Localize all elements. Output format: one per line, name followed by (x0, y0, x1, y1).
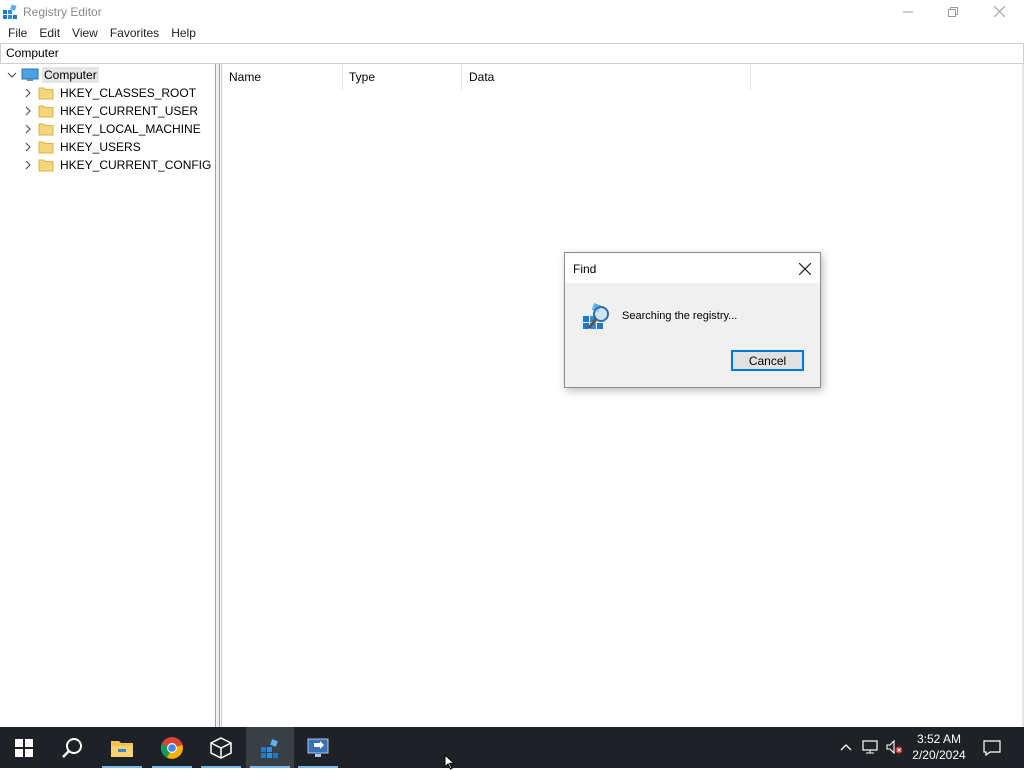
tree-item-label: HKEY_LOCAL_MACHINE (60, 122, 201, 136)
folder-icon (38, 105, 54, 118)
close-icon (799, 263, 811, 275)
title-bar: Registry Editor (0, 0, 1024, 23)
folder-icon (38, 159, 54, 172)
volume-muted-icon (886, 740, 902, 754)
taskbar-clock[interactable]: 3:52 AM 2/20/2024 (906, 731, 972, 763)
tree-item-hkey-local-machine[interactable]: HKEY_LOCAL_MACHINE (22, 120, 201, 138)
taskbar-file-explorer[interactable] (98, 727, 146, 768)
window-title: Registry Editor (23, 5, 102, 19)
values-list[interactable]: Name Type Data (221, 64, 1024, 727)
chevron-right-icon[interactable] (22, 105, 34, 117)
taskbar-search-button[interactable] (48, 727, 96, 768)
folder-icon (38, 87, 54, 100)
close-button[interactable] (976, 0, 1022, 23)
show-hidden-icons-button[interactable] (838, 739, 854, 755)
registry-editor-app-icon (3, 4, 17, 19)
menu-favorites[interactable]: Favorites (104, 23, 165, 43)
restore-icon (948, 6, 958, 17)
chevron-right-icon[interactable] (22, 141, 34, 153)
folder-icon (38, 141, 54, 154)
close-icon (993, 6, 1005, 17)
computer-icon (21, 68, 39, 81)
clock-time: 3:52 AM (916, 732, 962, 746)
folder-icon (38, 123, 54, 136)
network-tray-button[interactable] (862, 739, 878, 755)
chevron-up-icon (840, 744, 852, 751)
tree-item-hkey-users[interactable]: HKEY_USERS (22, 138, 141, 156)
tree-item-hkey-classes-root[interactable]: HKEY_CLASSES_ROOT (22, 84, 196, 102)
chevron-right-icon[interactable] (22, 123, 34, 135)
taskbar: 3:52 AM 2/20/2024 (0, 727, 1024, 768)
minimize-icon (903, 11, 913, 12)
dialog-title-bar: Find (565, 253, 820, 283)
tree-item-hkey-current-user[interactable]: HKEY_CURRENT_USER (22, 102, 198, 120)
search-status-text: Searching the registry... (622, 310, 738, 322)
pane-splitter[interactable] (216, 64, 220, 727)
registry-editor-icon (261, 738, 278, 758)
chevron-right-icon[interactable] (22, 87, 34, 99)
tree-item-label: HKEY_CURRENT_USER (60, 104, 199, 118)
action-center-button[interactable] (978, 737, 1006, 759)
chevron-right-icon[interactable] (22, 159, 34, 171)
tree-item-label: HKEY_USERS (60, 140, 141, 154)
cancel-button[interactable]: Cancel (731, 350, 804, 371)
chrome-icon (160, 736, 183, 759)
remote-desktop-icon (307, 738, 329, 757)
column-header-type[interactable]: Type (342, 64, 462, 90)
chevron-down-icon[interactable] (6, 69, 18, 81)
tree-item-computer[interactable]: Computer (6, 66, 99, 84)
dialog-close-button[interactable] (794, 258, 816, 280)
search-icon (62, 737, 82, 758)
menu-file[interactable]: File (2, 23, 33, 43)
taskbar-chrome[interactable] (148, 727, 196, 768)
address-bar[interactable]: Computer (0, 43, 1024, 64)
column-header-name[interactable]: Name (222, 64, 343, 90)
3d-viewer-icon (210, 736, 232, 759)
tree-item-label: HKEY_CLASSES_ROOT (60, 86, 197, 100)
notification-icon (983, 740, 1001, 756)
menu-help[interactable]: Help (165, 23, 202, 43)
taskbar-remote-desktop[interactable] (294, 727, 342, 768)
taskbar-registry-editor[interactable] (246, 727, 294, 768)
network-icon (862, 740, 878, 754)
clock-date: 2/20/2024 (912, 748, 966, 762)
restore-button[interactable] (930, 0, 976, 23)
menu-view[interactable]: View (66, 23, 104, 43)
menu-bar: File Edit View Favorites Help (0, 23, 1024, 43)
windows-start-icon (15, 738, 33, 757)
file-explorer-icon (111, 740, 133, 757)
column-header-data[interactable]: Data (462, 64, 751, 90)
tree-item-label: HKEY_CURRENT_CONFIG (60, 158, 212, 172)
dialog-title: Find (573, 262, 597, 276)
tree-item-label: Computer (42, 67, 99, 83)
start-button[interactable] (0, 727, 48, 768)
tree-item-hkey-current-config[interactable]: HKEY_CURRENT_CONFIG (22, 156, 211, 174)
tree-pane[interactable]: Computer HKEY_CLASSES_ROOT HKEY_CURRENT_… (0, 64, 216, 727)
minimize-button[interactable] (885, 0, 931, 23)
find-dialog: Find Searching the registry... Cancel (564, 252, 821, 388)
taskbar-3d-viewer[interactable] (197, 727, 245, 768)
volume-tray-button[interactable] (886, 739, 902, 755)
menu-edit[interactable]: Edit (33, 23, 66, 43)
registry-search-icon (583, 303, 609, 329)
